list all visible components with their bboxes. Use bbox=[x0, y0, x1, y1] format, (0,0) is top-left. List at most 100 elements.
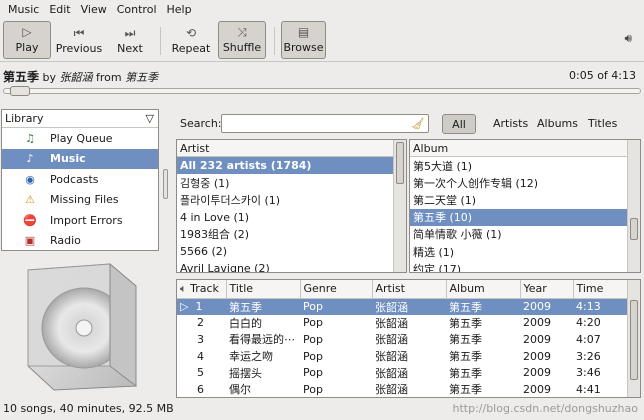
warning-icon: ⚠ bbox=[25, 193, 35, 207]
browse-icon: ▤ bbox=[297, 25, 310, 39]
library-item-podcasts[interactable]: ◉ Podcasts bbox=[2, 169, 158, 190]
artist-row[interactable]: 김형중 (1) bbox=[177, 174, 406, 191]
song-row[interactable]: ▷ 1 第五季 Pop 张韶涵 第五季 2009 4:13 bbox=[177, 298, 629, 315]
library-item-music[interactable]: ♪ Music bbox=[2, 148, 158, 169]
column-title[interactable]: Title bbox=[226, 280, 301, 299]
now-playing-song: 第五季 bbox=[3, 70, 40, 84]
artist-column-header[interactable]: Artist bbox=[177, 140, 406, 157]
previous-button[interactable]: ⏮ Previous bbox=[54, 21, 104, 59]
play-button[interactable]: ▷ Play bbox=[3, 21, 51, 59]
menu-help[interactable]: Help bbox=[162, 3, 197, 16]
song-row[interactable]: 3 看得最远的⋯ Pop 张韶涵 第五季 2009 4:07 bbox=[177, 331, 629, 348]
dropdown-arrow-icon[interactable]: ▽ bbox=[146, 112, 154, 125]
play-icon: ▷ bbox=[22, 25, 32, 39]
column-time[interactable]: Time bbox=[573, 280, 630, 299]
column-album[interactable]: Album bbox=[446, 280, 521, 299]
pane-splitter[interactable] bbox=[160, 109, 172, 251]
album-row[interactable]: 精选 (1) bbox=[410, 243, 640, 260]
album-scroll-thumb[interactable] bbox=[630, 218, 638, 240]
album-scrollbar[interactable] bbox=[627, 140, 640, 272]
next-icon: ⏭ bbox=[124, 26, 136, 40]
now-playing: 第五季 by 张韶涵 from 第五季 bbox=[3, 68, 158, 85]
library-header[interactable]: Library ▽ bbox=[2, 110, 158, 128]
artist-row[interactable]: All 232 artists (1784) bbox=[177, 157, 406, 175]
column-genre[interactable]: Genre bbox=[300, 280, 373, 299]
music-icon: ♪ bbox=[26, 152, 34, 166]
by-label: by bbox=[42, 71, 57, 84]
song-row[interactable]: 5 摇摆头 Pop 张韶涵 第五季 2009 3:46 bbox=[177, 364, 629, 381]
menu-edit[interactable]: Edit bbox=[44, 3, 75, 16]
watermark: http://blog.csdn.net/dongshuzhao bbox=[452, 402, 639, 415]
status-bar: 10 songs, 40 minutes, 92.5 MB bbox=[3, 402, 174, 415]
repeat-button[interactable]: ⟲ Repeat bbox=[168, 21, 214, 59]
album-column-header[interactable]: Album bbox=[410, 140, 640, 157]
library-panel: Library ▽ ♫ Play Queue ♪ Music ◉ Podcast… bbox=[1, 109, 159, 251]
album-row[interactable]: 第五季 (10) bbox=[410, 208, 640, 226]
shuffle-icon: ⤨ bbox=[237, 25, 247, 39]
filter-all-button[interactable]: All bbox=[442, 114, 476, 134]
song-table: 🔈︎ Track Title Genre Artist Album Year T… bbox=[177, 280, 630, 397]
menu-bar: Music Edit View Control Help bbox=[0, 0, 644, 19]
browse-button[interactable]: ▤ Browse bbox=[281, 21, 326, 59]
seek-knob[interactable] bbox=[10, 86, 30, 96]
volume-icon[interactable]: 🔊︎ bbox=[624, 31, 632, 46]
now-playing-artist: 张韶涵 bbox=[59, 71, 93, 84]
next-button[interactable]: ⏭ Next bbox=[110, 21, 150, 59]
column-year[interactable]: Year bbox=[520, 280, 574, 299]
column-artist[interactable]: Artist bbox=[372, 280, 447, 299]
song-row[interactable]: 2 白白的 Pop 张韶涵 第五季 2009 4:20 bbox=[177, 315, 629, 332]
music-note-icon: ♫ bbox=[25, 131, 35, 145]
menu-music[interactable]: Music bbox=[3, 3, 44, 16]
toolbar-separator bbox=[160, 27, 161, 55]
artist-row[interactable]: 플라이투더스카이 (1) bbox=[177, 191, 406, 208]
toolbar: ▷ Play ⏮ Previous ⏭ Next ⟲ Repeat ⤨ Shuf… bbox=[0, 19, 644, 62]
artist-row[interactable]: 4 in Love (1) bbox=[177, 209, 406, 226]
artist-row[interactable]: 5566 (2) bbox=[177, 243, 406, 260]
artist-row[interactable]: Avril Lavigne (2) bbox=[177, 260, 406, 272]
album-row[interactable]: 第5大道 (1) bbox=[410, 157, 640, 174]
splitter-grip[interactable] bbox=[163, 169, 168, 199]
shuffle-button[interactable]: ⤨ Shuffle bbox=[218, 21, 266, 59]
artist-scrollbar[interactable] bbox=[393, 140, 406, 272]
previous-icon: ⏮ bbox=[73, 26, 85, 40]
toolbar-separator bbox=[274, 27, 275, 55]
album-row[interactable]: 第二天堂 (1) bbox=[410, 191, 640, 208]
album-row[interactable]: 简单情歌 小薇 (1) bbox=[410, 226, 640, 243]
album-row[interactable]: 约定 (17) bbox=[410, 260, 640, 272]
time-display: 0:05 of 4:13 bbox=[569, 69, 636, 82]
seek-bar[interactable] bbox=[3, 86, 641, 96]
now-playing-icon: ▷ bbox=[180, 300, 189, 314]
album-pane: Album 第5大道 (1) 第一次个人创作专辑 (12) 第二天堂 (1) 第… bbox=[409, 139, 641, 273]
artist-row[interactable]: 1983组合 (2) bbox=[177, 226, 406, 243]
album-row[interactable]: 第一次个人创作专辑 (12) bbox=[410, 174, 640, 191]
filter-artists-button[interactable]: Artists bbox=[493, 117, 528, 130]
from-label: from bbox=[96, 71, 122, 84]
repeat-icon: ⟲ bbox=[185, 26, 197, 40]
menu-view[interactable]: View bbox=[76, 3, 112, 16]
song-scroll-thumb[interactable] bbox=[630, 300, 638, 380]
menu-control[interactable]: Control bbox=[112, 3, 162, 16]
song-list: 🔈︎ Track Title Genre Artist Album Year T… bbox=[176, 279, 641, 398]
library-item-radio[interactable]: ▣ Radio bbox=[2, 231, 158, 252]
filter-albums-button[interactable]: Albums bbox=[537, 117, 578, 130]
library-item-import-errors[interactable]: ⛔ Import Errors bbox=[2, 210, 158, 231]
library-item-play-queue[interactable]: ♫ Play Queue bbox=[2, 128, 158, 149]
radio-icon: ▣ bbox=[24, 234, 36, 248]
song-row[interactable]: 6 偶尔 Pop 张韶涵 第五季 2009 4:41 bbox=[177, 381, 629, 397]
search-input[interactable]: 🧹︎ bbox=[221, 114, 429, 133]
song-table-header: 🔈︎ Track Title Genre Artist Album Year T… bbox=[177, 280, 630, 299]
artist-scroll-thumb[interactable] bbox=[396, 142, 404, 184]
song-row[interactable]: 4 幸运之吻 Pop 张韶涵 第五季 2009 3:26 bbox=[177, 348, 629, 365]
now-playing-album: 第五季 bbox=[125, 71, 159, 84]
error-icon: ⛔ bbox=[23, 213, 37, 227]
song-scrollbar[interactable] bbox=[627, 280, 640, 397]
column-track[interactable]: 🔈︎ Track bbox=[177, 280, 227, 299]
podcast-icon: ◉ bbox=[25, 172, 35, 186]
search-label: Search: bbox=[180, 117, 222, 130]
speaker-icon: 🔈︎ bbox=[180, 281, 187, 295]
artist-pane: Artist All 232 artists (1784) 김형중 (1) 플라… bbox=[176, 139, 407, 273]
filter-titles-button[interactable]: Titles bbox=[588, 117, 617, 130]
clear-search-icon[interactable]: 🧹︎ bbox=[411, 117, 425, 130]
library-item-missing-files[interactable]: ⚠ Missing Files bbox=[2, 190, 158, 211]
album-art-icon bbox=[27, 262, 137, 391]
